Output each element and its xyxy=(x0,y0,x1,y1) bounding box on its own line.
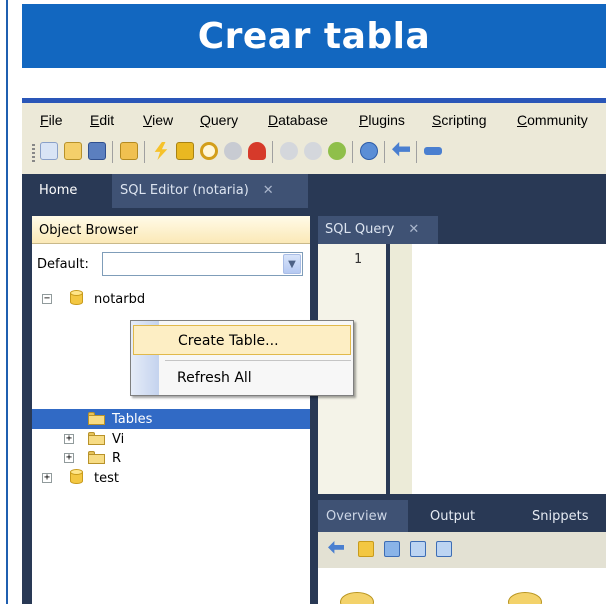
document-tab-bar: Home SQL Editor (notaria) ✕ xyxy=(22,174,606,208)
open-file-icon[interactable] xyxy=(64,142,82,160)
add-routine-icon[interactable] xyxy=(436,541,452,557)
open-script-icon[interactable] xyxy=(120,142,138,160)
folder-icon xyxy=(88,451,105,464)
explain-icon[interactable] xyxy=(200,142,218,160)
workbench-window: File Edit View Query Database Plugins Sc… xyxy=(22,98,606,604)
menu-view[interactable]: View xyxy=(143,112,173,128)
expand-icon[interactable]: + xyxy=(42,473,52,483)
toolbar-separator xyxy=(112,141,113,163)
menu-edit[interactable]: Edit xyxy=(90,112,114,128)
tab-snippets[interactable]: Snippets xyxy=(532,500,602,532)
slide-title: Crear tabla xyxy=(197,15,431,57)
add-table-icon[interactable] xyxy=(384,541,400,557)
refresh-icon[interactable] xyxy=(328,142,346,160)
object-browser-panel: Object Browser Default: ▼ − notarbd Tabl… xyxy=(32,216,310,604)
menu-query[interactable]: Query xyxy=(200,112,238,128)
menu-plugins[interactable]: Plugins xyxy=(359,112,405,128)
pin-icon[interactable] xyxy=(424,147,442,155)
options-icon[interactable] xyxy=(360,142,378,160)
close-icon[interactable]: ✕ xyxy=(408,222,419,237)
tab-output[interactable]: Output xyxy=(430,500,500,532)
toolbar-separator xyxy=(352,141,353,163)
tab-sql-editor[interactable]: SQL Editor (notaria) ✕ xyxy=(112,174,308,208)
execute-current-icon[interactable] xyxy=(176,142,194,160)
object-browser-header: Object Browser xyxy=(32,216,310,244)
menu-community[interactable]: Community xyxy=(517,112,588,128)
context-menu: Create Table... Refresh All xyxy=(130,320,354,396)
overview-content xyxy=(318,568,606,604)
database-icon xyxy=(70,290,83,307)
close-icon[interactable]: ✕ xyxy=(263,183,274,198)
fold-margin xyxy=(390,244,412,494)
stop-icon[interactable] xyxy=(224,142,242,160)
overview-toolbar xyxy=(318,532,606,568)
rollback-icon[interactable] xyxy=(304,142,322,160)
create-table-menu-item[interactable]: Create Table... xyxy=(133,325,351,355)
folder-icon xyxy=(88,432,105,445)
chevron-down-icon[interactable]: ▼ xyxy=(283,254,301,274)
default-schema-select[interactable]: ▼ xyxy=(102,252,303,276)
line-number: 1 xyxy=(354,252,362,267)
expand-icon[interactable]: + xyxy=(64,453,74,463)
bottom-tab-bar: Overview Output Snippets xyxy=(318,500,606,532)
sql-editor-area[interactable] xyxy=(412,244,606,494)
menu-divider xyxy=(165,360,351,361)
window-top-edge xyxy=(22,98,606,103)
tree-item-notarbd[interactable]: − notarbd xyxy=(32,289,310,309)
schema-icon[interactable] xyxy=(508,592,542,604)
execute-icon[interactable] xyxy=(154,142,168,160)
toolbar-separator xyxy=(384,141,385,163)
refresh-all-menu-item[interactable]: Refresh All xyxy=(133,363,351,393)
menu-bar: File Edit View Query Database Plugins Sc… xyxy=(22,104,606,136)
tab-sql-query[interactable]: SQL Query ✕ xyxy=(318,216,438,244)
add-view-icon[interactable] xyxy=(410,541,426,557)
tree-item-tables[interactable]: Tables xyxy=(32,409,310,429)
slide-title-banner: Crear tabla xyxy=(22,4,606,68)
collapse-icon[interactable]: − xyxy=(42,294,52,304)
sync-icon[interactable] xyxy=(392,142,410,157)
menu-database[interactable]: Database xyxy=(268,112,328,128)
main-toolbar xyxy=(22,136,606,166)
tab-overview[interactable]: Overview xyxy=(318,500,408,532)
folder-icon xyxy=(88,412,105,425)
menu-file[interactable]: File xyxy=(40,112,63,128)
save-icon[interactable] xyxy=(88,142,106,160)
slide-left-border xyxy=(6,0,8,604)
toolbar-separator xyxy=(416,141,417,163)
default-schema-row: Default: ▼ xyxy=(32,245,310,281)
tree-item-views[interactable]: + Vi xyxy=(32,429,310,449)
tree-item-routines[interactable]: + R xyxy=(32,448,310,468)
toolbar-grip[interactable] xyxy=(32,142,35,162)
default-schema-label: Default: xyxy=(37,257,89,272)
database-icon xyxy=(70,469,83,486)
sync-icon[interactable] xyxy=(328,541,344,554)
add-schema-icon[interactable] xyxy=(358,541,374,557)
toolbar-separator xyxy=(144,141,145,163)
toolbar-separator xyxy=(272,141,273,163)
menu-scripting[interactable]: Scripting xyxy=(432,112,486,128)
tab-home[interactable]: Home xyxy=(22,174,104,208)
tree-item-test[interactable]: + test xyxy=(32,468,310,488)
expand-icon[interactable]: + xyxy=(64,434,74,444)
reconnect-icon[interactable] xyxy=(248,142,266,160)
new-sql-icon[interactable] xyxy=(40,142,58,160)
commit-icon[interactable] xyxy=(280,142,298,160)
schema-icon[interactable] xyxy=(340,592,374,604)
